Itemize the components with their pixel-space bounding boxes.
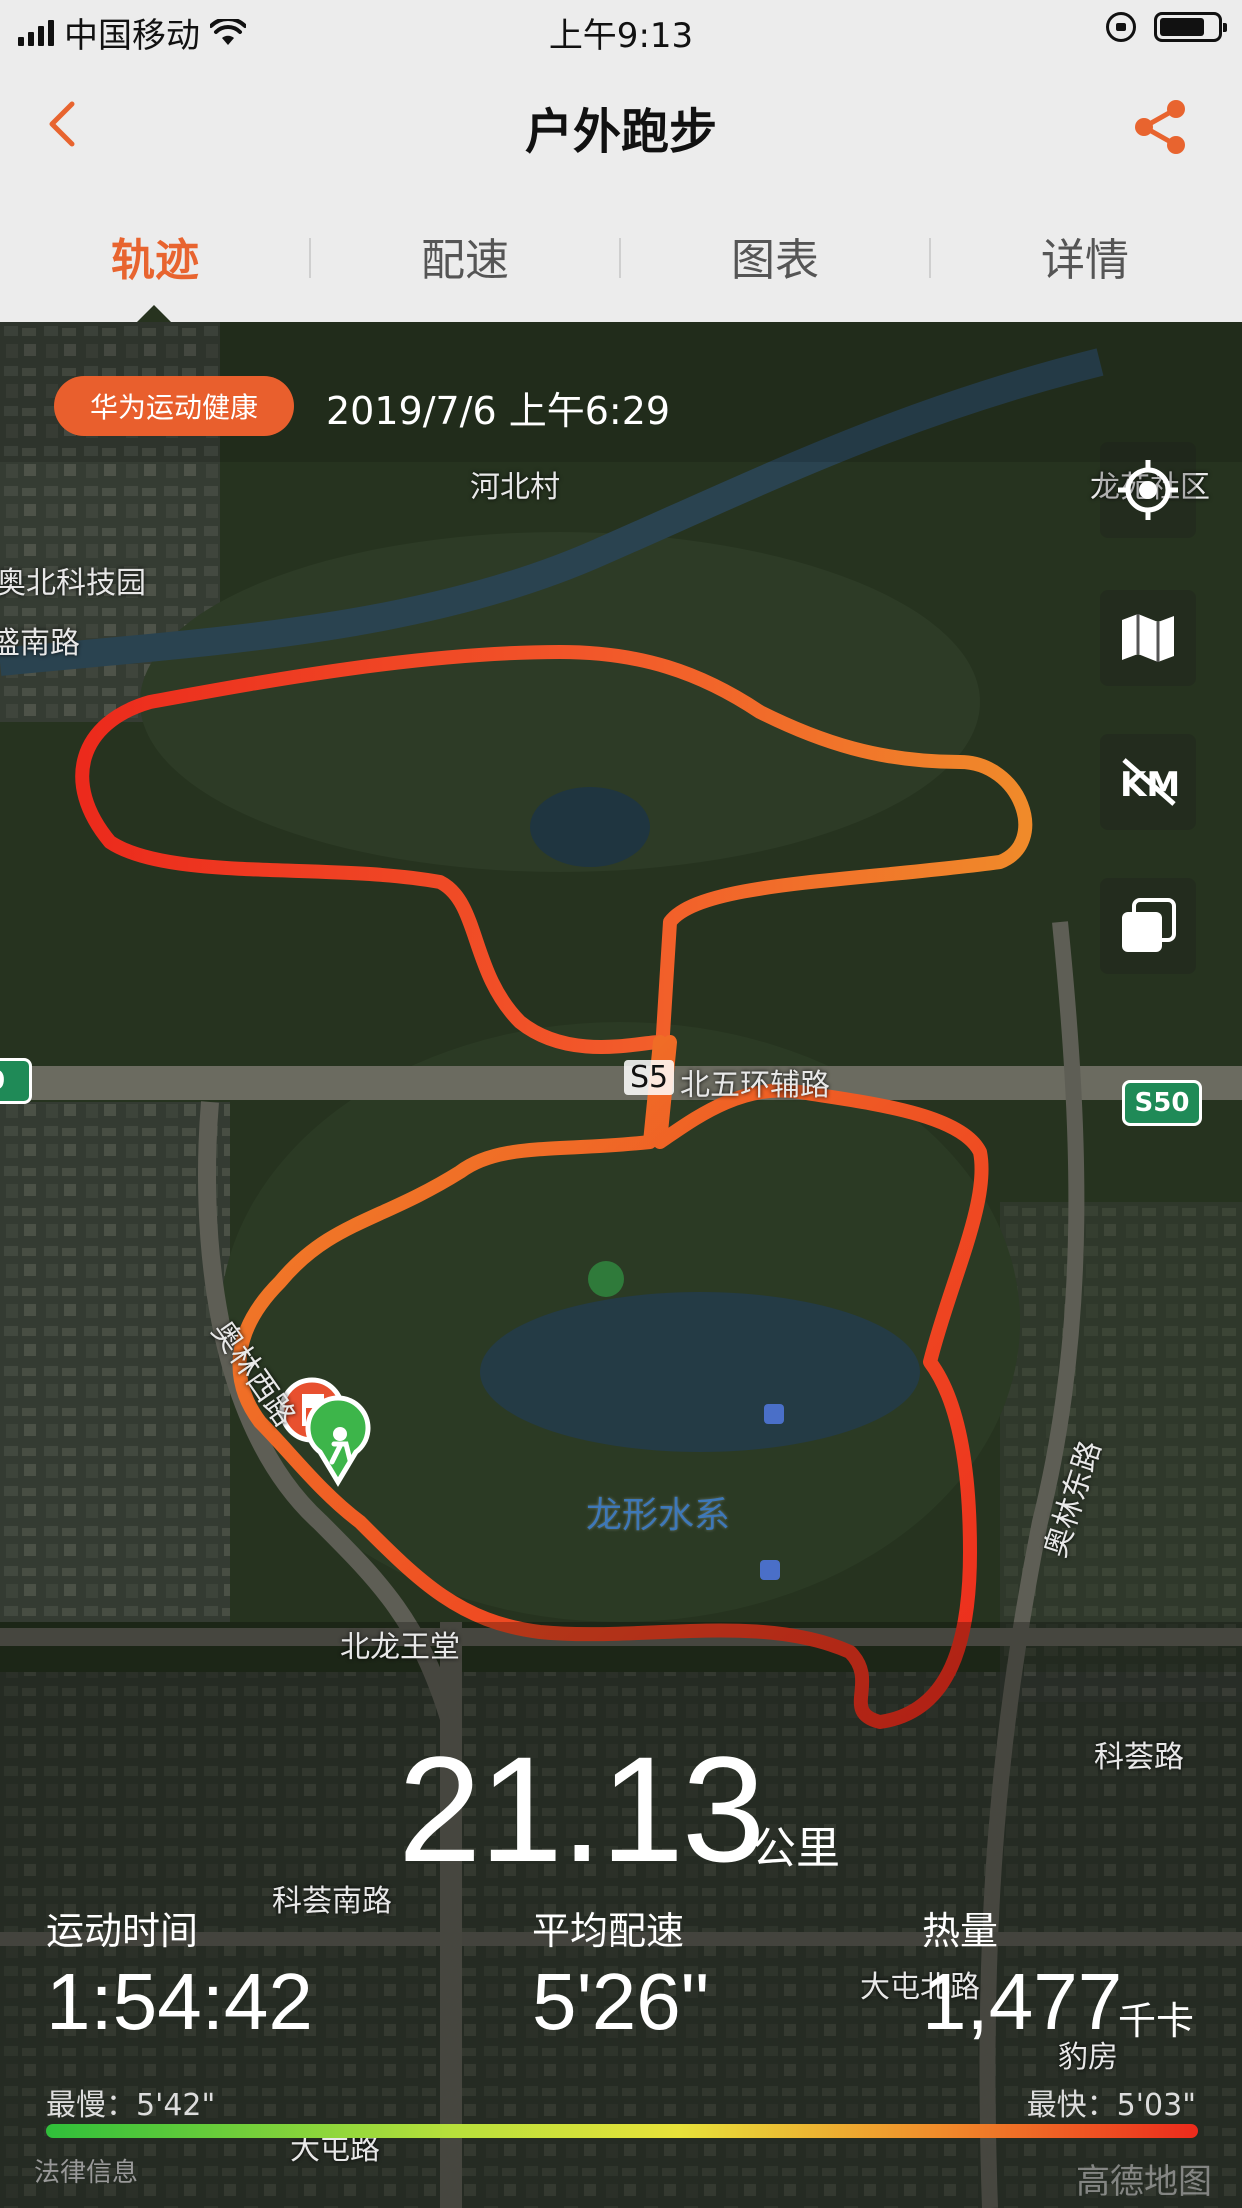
calories-value: 1,477	[922, 1957, 1123, 2046]
route-map[interactable]: 华为运动健康 2019/7/6 上午6:29 河北村 奥北科技园 盛南路 龙苑社…	[0, 322, 1242, 2208]
duration-value: 1:54:42	[46, 1957, 313, 2046]
km-marker-off-icon: KM	[1120, 758, 1180, 806]
avg-pace-label: 平均配速	[532, 1909, 685, 1953]
locate-icon	[1118, 460, 1178, 520]
fastest-pace: 最快：5'03"	[1026, 2088, 1196, 2123]
page-title: 户外跑步	[524, 104, 717, 160]
map-label-water: 龙形水系	[586, 1495, 731, 1536]
status-time: 上午9:13	[548, 16, 694, 56]
avg-pace-value: 5'26"	[532, 1957, 710, 2046]
source-badge: 华为运动健康	[54, 376, 295, 436]
map-label: 科荟路	[1094, 1740, 1184, 1775]
locate-button[interactable]	[1100, 442, 1196, 538]
pace-gradient-bar	[46, 2124, 1198, 2138]
tab-track[interactable]: 轨迹	[0, 190, 310, 322]
map-type-button[interactable]	[1100, 590, 1196, 686]
tab-chart[interactable]: 图表	[620, 190, 930, 322]
layers-button[interactable]	[1100, 878, 1196, 974]
share-icon[interactable]	[1130, 96, 1192, 158]
calories-unit: 千卡	[1118, 1999, 1195, 2043]
map-label: S5	[624, 1060, 675, 1095]
map-provider-logo: 高德地图	[1076, 2162, 1212, 2202]
km-marker-toggle[interactable]: KM	[1100, 734, 1196, 830]
nav-bar: 户外跑步	[0, 62, 1242, 190]
layers-icon	[1122, 898, 1176, 952]
map-label: 北五环辅路	[680, 1068, 830, 1103]
legal-info-link[interactable]: 法律信息	[34, 2152, 138, 2189]
active-tab-pointer	[136, 305, 172, 323]
highway-shield-s50: S50	[1122, 1080, 1202, 1126]
map-label: 盛南路	[0, 626, 80, 661]
duration-label: 运动时间	[46, 1909, 199, 1953]
slowest-pace: 最慢：5'42"	[46, 2088, 216, 2123]
tab-details[interactable]: 详情	[930, 190, 1240, 322]
distance-unit: 公里	[752, 1823, 840, 1874]
calories-label: 热量	[922, 1909, 999, 1953]
highway-shield-left: 0	[0, 1058, 32, 1104]
status-right	[1106, 12, 1227, 42]
map-label: 北龙王堂	[340, 1630, 460, 1665]
tab-pace[interactable]: 配速	[310, 190, 620, 322]
battery-icon	[1154, 12, 1227, 42]
map-layer-icon	[1122, 614, 1174, 662]
distance-value: 21.13	[398, 1725, 765, 1893]
tab-bar: 轨迹 配速 图表 详情	[0, 190, 1242, 323]
status-bar: 中国移动 上午9:13	[0, 0, 1242, 62]
map-label: 奥北科技园	[0, 566, 146, 601]
rotation-lock-icon	[1106, 12, 1136, 42]
map-label: 河北村	[470, 470, 560, 505]
workout-datetime: 2019/7/6 上午6:29	[326, 389, 671, 433]
map-label: 科荟南路	[272, 1884, 392, 1919]
